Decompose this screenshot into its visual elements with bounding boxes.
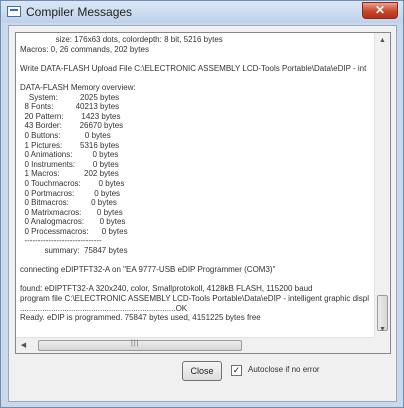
log-line: 8 Fonts: 40213 bytes: [20, 102, 120, 112]
log-line: 0 Touchmacros: 0 bytes: [20, 178, 125, 188]
log-line: Ready. eDIP is programmed. 75847 bytes u…: [20, 313, 261, 323]
log-line: found: eDIPTFT32-A 320x240, color, Small…: [20, 284, 313, 294]
horizontal-scrollbar[interactable]: ◀ ||| ▶: [16, 337, 390, 353]
log-line: 0 Bitmacros: 0 bytes: [20, 198, 117, 208]
window-close-button[interactable]: ✕: [362, 2, 398, 19]
scroll-up-arrow-icon[interactable]: ▲: [375, 33, 390, 48]
log-line: DATA-FLASH Memory overview:: [20, 82, 136, 92]
scroll-grip-icon: |||: [131, 340, 140, 347]
log-line: 43 Border: 26670 bytes: [20, 121, 124, 131]
log-line: 0 Processmacros: 0 bytes: [20, 226, 128, 236]
log-line: 1 Macros: 202 bytes: [20, 169, 119, 179]
autoclose-label[interactable]: Autoclose if no error: [248, 365, 320, 374]
compiler-messages-window: Compiler Messages ✕ size: 176x63 dots, c…: [0, 0, 404, 408]
message-log[interactable]: size: 176x63 dots, colordepth: 8 bit, 52…: [15, 32, 391, 354]
message-log-text: size: 176x63 dots, colordepth: 8 bit, 52…: [20, 35, 378, 339]
log-line: 0 Buttons: 0 bytes: [20, 130, 111, 140]
autoclose-checkbox[interactable]: ✓: [231, 365, 242, 376]
scroll-corner: [374, 337, 390, 353]
log-line: 0 Portmacros: 0 bytes: [20, 188, 121, 198]
dialog-client-area: size: 176x63 dots, colordepth: 8 bit, 52…: [8, 25, 397, 402]
window-app-icon: [7, 6, 21, 17]
log-line: Macros: 0, 26 commands, 202 bytes: [20, 44, 149, 54]
log-line: 1 Pictures: 5316 bytes: [20, 140, 120, 150]
log-line: 0 Matrixmacros: 0 bytes: [20, 207, 123, 217]
log-line: 0 Analogmacros: 0 bytes: [20, 217, 126, 227]
horizontal-scroll-thumb[interactable]: |||: [38, 340, 242, 351]
close-button[interactable]: Close: [182, 361, 222, 381]
log-line: ........................................…: [20, 303, 188, 313]
log-line: System: 2025 bytes: [20, 92, 120, 102]
scroll-left-arrow-icon[interactable]: ◀: [16, 338, 31, 353]
log-line: 20 Pattern: 1423 bytes: [20, 111, 121, 121]
log-line: 0 Animations: 0 bytes: [20, 150, 119, 160]
log-line: connecting eDIPTFT32-A on "EA 9777-USB e…: [20, 265, 276, 275]
scroll-down-arrow-icon[interactable]: ▼: [375, 322, 390, 337]
log-line: summary: 75847 bytes: [20, 246, 128, 256]
title-bar[interactable]: Compiler Messages ✕: [1, 1, 403, 23]
log-line: Write DATA-FLASH Upload File C:\ELECTRON…: [20, 63, 367, 73]
log-line: program file C:\ELECTRONIC ASSEMBLY LCD-…: [20, 294, 370, 304]
log-line: -----------------------------: [20, 236, 102, 246]
window-title: Compiler Messages: [26, 5, 133, 19]
log-line: 0 Instruments: 0 bytes: [20, 159, 119, 169]
log-line: size: 176x63 dots, colordepth: 8 bit, 52…: [20, 35, 223, 44]
vertical-scrollbar[interactable]: ▲ ▼: [374, 33, 390, 337]
